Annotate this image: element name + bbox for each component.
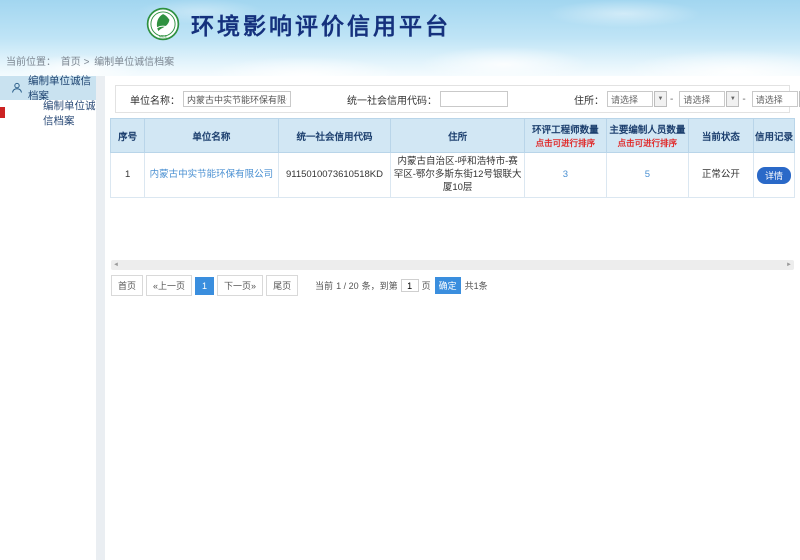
page-1-button[interactable]: 1	[195, 277, 214, 295]
col-header-unit-name: 单位名称	[145, 119, 278, 153]
col-header-staff-count-sort[interactable]: 主要编制人员数量 点击可进行排序	[606, 119, 688, 153]
mee-logo-icon: MEE	[146, 7, 180, 41]
last-page-button[interactable]: 尾页	[266, 275, 298, 296]
sidebar-section-header[interactable]: 编制单位诚信档案	[0, 76, 96, 100]
first-page-button[interactable]: 首页	[111, 275, 143, 296]
table-header-row: 序号 单位名称 统一社会信用代码 住所 环评工程师数量 点击可进行排序 主要编制…	[111, 119, 795, 153]
goto-page-input[interactable]	[401, 279, 419, 292]
chevron-down-icon[interactable]: ▼	[726, 91, 739, 107]
svg-text:MEE: MEE	[159, 34, 168, 39]
unit-name-label: 单位名称：	[130, 92, 180, 107]
address-district-value[interactable]: 请选择	[752, 91, 798, 107]
sort-hint: 点击可进行排序	[526, 137, 605, 149]
site-header: MEE 环境影响评价信用平台 当前位置： 首页 > 编制单位诚信档案	[0, 0, 800, 76]
breadcrumb-home-link[interactable]: 首页	[61, 57, 81, 68]
address-district-select[interactable]: 请选择 ▼	[752, 91, 800, 107]
address-separator: -	[742, 94, 745, 105]
sort-hint: 点击可进行排序	[608, 137, 687, 149]
col-header-index: 序号	[111, 119, 145, 153]
credit-code-label: 统一社会信用代码：	[347, 92, 437, 107]
col-header-engineer-count-sort[interactable]: 环评工程师数量 点击可进行排序	[524, 119, 606, 153]
col-header-credit-code: 统一社会信用代码	[278, 119, 391, 153]
goto-confirm-button[interactable]: 确定	[435, 277, 461, 294]
site-title: 环境影响评价信用平台	[191, 7, 451, 41]
search-panel: 单位名称： 统一社会信用代码： 住所： 请选择 ▼ - 请选择 ▼ - 请选择 …	[115, 85, 790, 113]
staff-count-link[interactable]: 5	[645, 169, 650, 180]
breadcrumb-separator: >	[84, 57, 90, 68]
pagination: 首页 «上一页 1 下一页» 尾页 当前 1 / 20 条，到第 页 确定 共1…	[111, 275, 794, 296]
address-province-select[interactable]: 请选择 ▼	[607, 91, 667, 107]
address-label: 住所：	[574, 92, 604, 107]
col-header-credit-record: 信用记录	[753, 119, 794, 153]
cell-address: 内蒙古自治区-呼和浩特市-赛罕区-鄂尔多斯东街12号银联大厦10层	[391, 153, 524, 198]
address-separator: -	[670, 94, 673, 105]
cell-credit-code: 9115010073610518KD	[278, 153, 391, 198]
page: MEE 环境影响评价信用平台 当前位置： 首页 > 编制单位诚信档案 编制单位诚…	[0, 0, 800, 560]
pagination-count: 1 / 20	[336, 281, 359, 291]
sidebar: 编制单位诚信档案 编制单位诚信档案	[0, 76, 96, 560]
breadcrumb-prefix: 当前位置：	[6, 57, 56, 68]
results-table: 序号 单位名称 统一社会信用代码 住所 环评工程师数量 点击可进行排序 主要编制…	[110, 118, 795, 198]
chevron-down-icon[interactable]: ▼	[654, 91, 667, 107]
pagination-total: 共1条	[465, 279, 488, 292]
address-city-value[interactable]: 请选择	[679, 91, 725, 107]
col-header-address: 住所	[391, 119, 524, 153]
scroll-left-icon[interactable]: ◄	[113, 262, 119, 268]
active-item-marker	[0, 107, 5, 118]
breadcrumb: 当前位置： 首页 > 编制单位诚信档案	[6, 53, 176, 68]
cell-index: 1	[111, 153, 145, 198]
pagination-to-label: 条，到第	[362, 279, 398, 292]
sidebar-item-archive[interactable]: 编制单位诚信档案	[0, 100, 96, 125]
table-row: 1 内蒙古中实节能环保有限公司 9115010073610518KD 内蒙古自治…	[111, 153, 795, 198]
user-icon	[11, 82, 23, 94]
address-city-select[interactable]: 请选择 ▼	[679, 91, 739, 107]
col-header-status: 当前状态	[688, 119, 753, 153]
breadcrumb-current: 编制单位诚信档案	[94, 57, 174, 68]
pagination-current-label: 当前	[315, 279, 333, 292]
unit-name-link[interactable]: 内蒙古中实节能环保有限公司	[150, 169, 274, 180]
scroll-right-icon[interactable]: ►	[786, 262, 792, 268]
sidebar-divider	[96, 76, 105, 560]
next-page-button[interactable]: 下一页»	[217, 275, 263, 296]
prev-page-button[interactable]: «上一页	[146, 275, 192, 296]
horizontal-scrollbar[interactable]: ◄ ►	[111, 260, 794, 270]
detail-button[interactable]: 详情	[757, 167, 791, 184]
brand: MEE 环境影响评价信用平台	[146, 7, 451, 41]
pagination-page-label: 页	[422, 279, 431, 292]
cell-status: 正常公开	[688, 153, 753, 198]
credit-code-input[interactable]	[440, 91, 508, 107]
sidebar-item-label: 编制单位诚信档案	[43, 98, 96, 128]
main-content: 单位名称： 统一社会信用代码： 住所： 请选择 ▼ - 请选择 ▼ - 请选择 …	[105, 76, 800, 560]
unit-name-input[interactable]	[183, 91, 291, 107]
address-province-value[interactable]: 请选择	[607, 91, 653, 107]
engineer-count-link[interactable]: 3	[563, 169, 568, 180]
